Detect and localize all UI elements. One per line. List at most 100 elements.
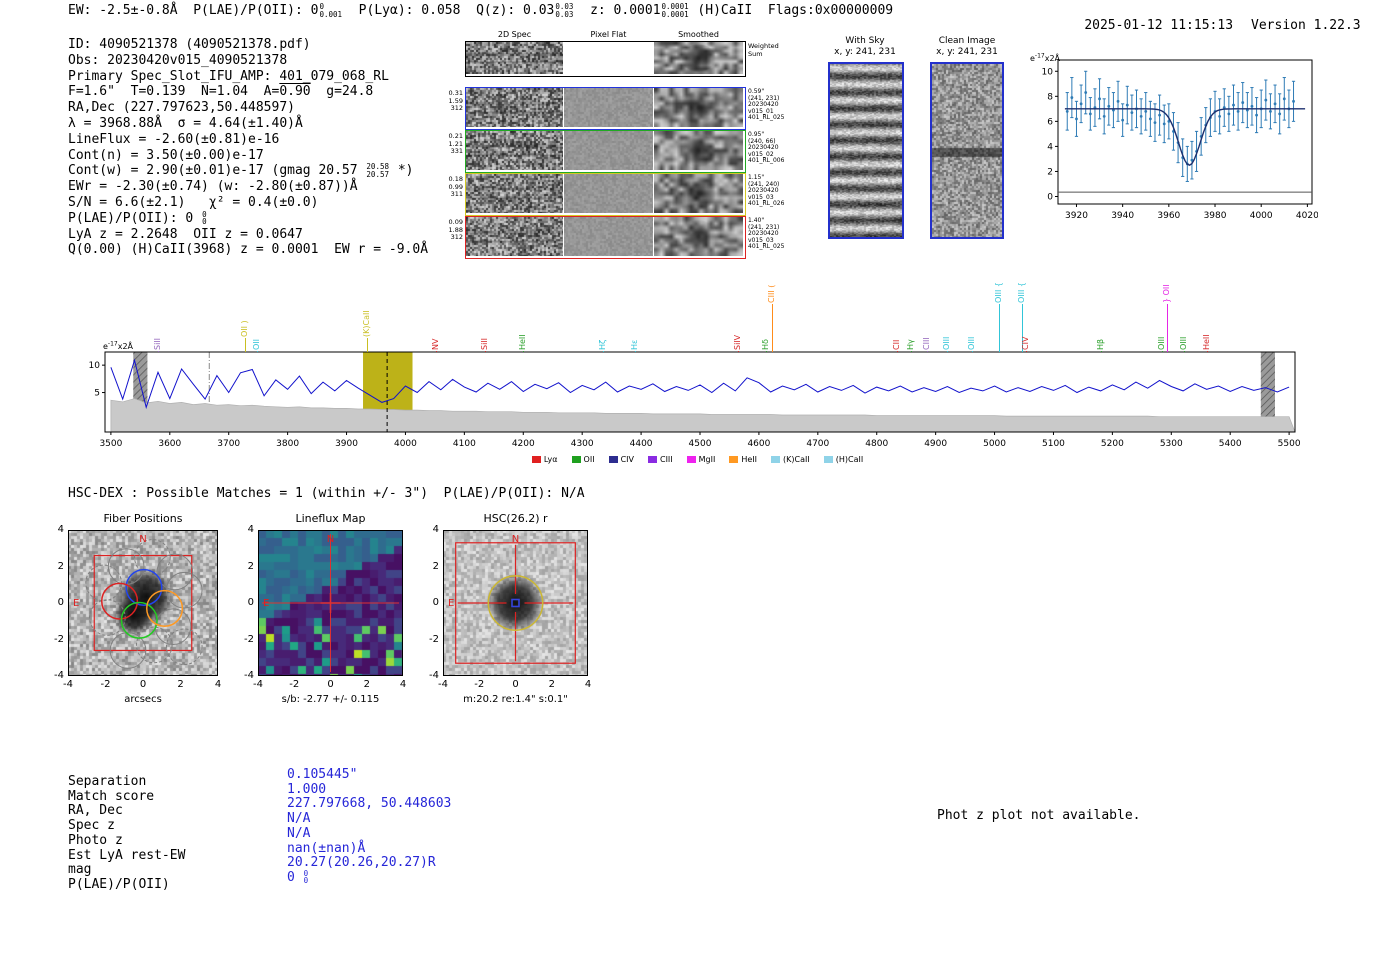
info-line: EWr = -2.30(±0.74) (w: -2.80(±0.87))Å <box>68 179 428 195</box>
legend-item: OII <box>571 455 595 464</box>
match-row-label: Est LyA rest-EW <box>68 847 186 863</box>
svg-text:10: 10 <box>89 361 101 371</box>
panel-xtick: -4 <box>253 679 263 690</box>
legend-item: Lyα <box>531 455 558 464</box>
panel-ytick: -2 <box>244 633 254 645</box>
legend-label: (H)CaII <box>835 455 864 464</box>
cutout-row-annotation: 1.15" (241, 240) 20230420 v015_03 401_RL_026 <box>748 174 800 208</box>
legend-swatch <box>729 456 739 463</box>
clean-image-panel: Clean Image x, y: 241, 231 <box>928 36 1006 241</box>
spectral-line-label: OIII { <box>1017 281 1026 303</box>
svg-text:E: E <box>263 598 269 609</box>
spectral-line-label: OII ) <box>240 320 249 337</box>
text-segment: (H)CaII Flags:0x00000009 <box>689 3 894 18</box>
panel-ytick: 4 <box>432 524 439 535</box>
text-segment: LyA z = 2.2648 OII z = 0.0647 <box>68 226 303 242</box>
text-segment: S/N = 6.6(±2.1) χ² = 0.4(±0.0) <box>68 194 319 210</box>
annotation-line: Sum <box>748 49 763 58</box>
fiber-weight-labels: 0.18 0.99 311 <box>443 175 463 199</box>
fiber-positions-caption: arcsecs <box>124 694 162 705</box>
svg-text:3960: 3960 <box>1157 211 1180 221</box>
svg-text:6: 6 <box>1047 117 1053 127</box>
svg-text:10: 10 <box>1042 67 1054 77</box>
pixelflat-cutout-image <box>564 131 653 170</box>
header-meta: 2025-01-12 11:15:13 Version 1.22.3 <box>1053 3 1360 48</box>
text-segment: 0 <box>287 869 303 885</box>
text-segment: 0.90 <box>279 84 311 100</box>
svg-text:4000: 4000 <box>1250 211 1273 221</box>
clean-image-title: Clean Image <box>938 36 996 46</box>
legend-label: CIV <box>620 455 634 464</box>
cutout-row: 0.21 1.21 331 0.95" (240, 66) 20230420 v015_02… <box>443 130 803 173</box>
legend-item: MgII <box>686 455 716 464</box>
info-line: Cont(n) = 3.50(±0.00)e-17 <box>68 148 428 164</box>
info-line: Obs: 20230420v015_4090521378 <box>68 53 428 69</box>
legend-item: (H)CaII <box>823 455 864 464</box>
panel-ytick: 2 <box>432 560 439 572</box>
info-line: S/N = 6.6(±2.1) χ² = 0.4(±0.0) <box>68 195 428 211</box>
zoom-spectrum-plot: 3920 3940 3960 3980 4000 4020 0 2 4 6 8 10 <box>1042 59 1318 221</box>
annotation-line: 401_RL_006 <box>748 157 785 165</box>
fiber-weight-labels: 0.31 1.59 312 <box>443 89 463 113</box>
info-line: RA,Dec (227.797623,50.448597) <box>68 100 428 116</box>
panel-xtick: -2 <box>474 679 485 690</box>
2dspec-cutout-image <box>466 131 563 170</box>
svg-text:N: N <box>327 534 334 545</box>
with-sky-title: With Sky <box>845 36 885 46</box>
legend-label: MgII <box>698 455 716 464</box>
text-segment: N/A <box>287 811 311 827</box>
legend-swatch <box>571 456 581 463</box>
svg-text:4020: 4020 <box>1296 211 1318 221</box>
panel-ytick: 0 <box>432 597 439 608</box>
text-segment: N/A <box>287 825 311 841</box>
info-line: ID: 4090521378 (4090521378.pdf) <box>68 37 428 53</box>
text-segment: EWr = -2.30(±0.74) (w: -2.80(±0.87))Å <box>68 179 358 195</box>
legend-swatch <box>823 456 833 463</box>
hsc-r-title: HSC(26.2) r <box>483 512 548 525</box>
cutout-row-annotation: 1.40" (241, 231) 20230420 v015_03 401_RL_025 <box>748 217 800 251</box>
panel-ytick: 0 <box>57 597 64 608</box>
panel-xtick: 4 <box>399 679 407 690</box>
panel-ytick: -2 <box>429 633 439 645</box>
match-row-value: N/A <box>287 811 310 826</box>
detection-info-block: ID: 4090521378 (4090521378.pdf) Obs: 2023… <box>68 37 428 258</box>
hsc-r-caption: m:20.2 re:1.4" s:0.1" <box>463 694 568 705</box>
legend-item: CIII <box>647 455 673 464</box>
smoothed-cutout-image <box>654 217 743 256</box>
stacked-fraction: 0.03 0.03 <box>555 2 574 19</box>
svg-text:5: 5 <box>94 389 100 399</box>
clean-image-xy: x, y: 241, 231 <box>936 47 998 57</box>
spectral-line-label: OIII { <box>994 281 1003 303</box>
text-segment: F=1.6" T=0.139 N=1.04 A= <box>68 84 280 100</box>
smoothed-cutout-image <box>654 131 743 170</box>
fiber-weight-value: 331 <box>450 147 463 155</box>
svg-text:0: 0 <box>1047 192 1053 202</box>
fiber-overlay: NE <box>68 530 218 676</box>
match-row-label: Match score <box>68 788 155 804</box>
svg-text:3920: 3920 <box>1065 211 1088 221</box>
panel-xtick: 4 <box>214 679 222 690</box>
text-segment: Obs: 20230420v015_4090521378 <box>68 52 288 68</box>
legend-label: OII <box>583 455 595 464</box>
stacked-fraction: 00 <box>202 209 207 227</box>
panel-xtick: 4 <box>584 679 592 690</box>
info-line: λ = 3968.88Å σ = 4.64(±1.40)Å <box>68 116 428 132</box>
2dspec-cutout-image <box>466 217 563 256</box>
lineflux-map-title: Lineflux Map <box>295 512 366 525</box>
panel-xtick: 2 <box>363 679 370 690</box>
elixer-report-page: EW: -2.5±-0.8Å P(LAE)/P(OII): 0 0 0.001 P(… <box>0 0 1400 953</box>
text-segment: LineFlux = -2.60(±0.81)e-16 <box>68 131 280 147</box>
match-row-value: nan(±nan)Å <box>287 841 365 856</box>
spectrum-legend: Lyα OII CIV CIII MgII HeII (K)CaII (H)CaII <box>85 448 1310 467</box>
match-row-value: 0 00 <box>287 870 309 885</box>
fiber-weight-labels: 0.21 1.21 331 <box>443 132 463 156</box>
cutout-row: 0.18 0.99 311 1.15" (241, 240) 20230420 v015_0… <box>443 173 803 216</box>
cutout-row: 0.31 1.59 312 0.59" (241, 231) 20230420 v015_0… <box>443 87 803 130</box>
pixelflat-cutout-image <box>564 88 653 127</box>
panel-ytick: 4 <box>57 524 64 535</box>
cutout-row: Weighted Sum <box>443 41 803 77</box>
match-row-label: Spec z <box>68 818 115 834</box>
fiber-weight-labels: 0.09 1.88 312 <box>443 218 463 242</box>
text-segment: *) <box>390 163 414 179</box>
match-row-label: Photo z <box>68 832 123 848</box>
